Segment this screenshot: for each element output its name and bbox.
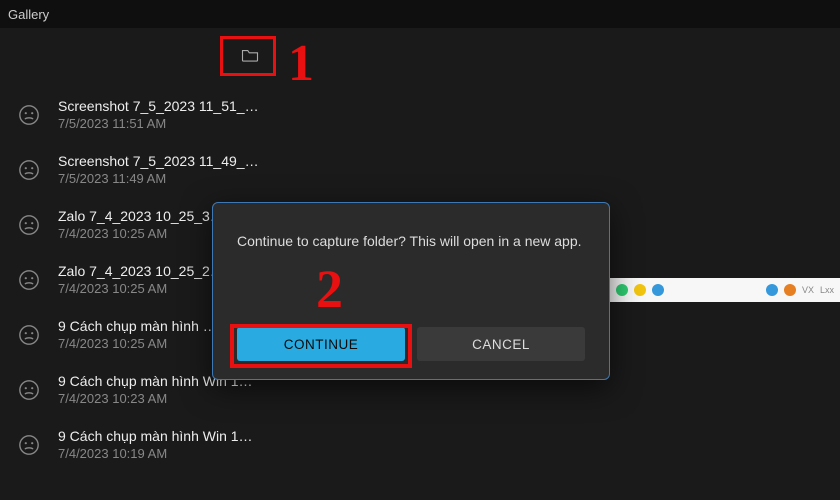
face-neutral-icon <box>18 324 40 346</box>
folder-icon <box>241 48 259 62</box>
list-item-text: Screenshot 7_5_2023 11_51_… 7/5/2023 11:… <box>58 98 272 131</box>
list-item-text: 9 Cách chụp màn hình Win 1… 7/4/2023 10:… <box>58 428 272 461</box>
dialog-button-row: CONTINUE CANCEL <box>237 315 585 361</box>
capture-folder-button[interactable] <box>235 42 265 68</box>
face-neutral-icon <box>18 379 40 401</box>
taskbar-fragment: VX Lxx <box>610 278 840 302</box>
face-neutral-icon <box>18 269 40 291</box>
list-item-text: Screenshot 7_5_2023 11_49_… 7/5/2023 11:… <box>58 153 272 186</box>
continue-button[interactable]: CONTINUE <box>237 327 405 361</box>
list-item-date: 7/5/2023 11:51 AM <box>58 116 272 131</box>
list-item-name: Screenshot 7_5_2023 11_51_… <box>58 98 272 114</box>
face-neutral-icon <box>18 159 40 181</box>
dialog-message: Continue to capture folder? This will op… <box>237 227 585 249</box>
list-item-date: 7/5/2023 11:49 AM <box>58 171 272 186</box>
face-neutral-icon <box>18 104 40 126</box>
list-item-name: 9 Cách chụp màn hình Win 1… <box>58 428 272 444</box>
list-item[interactable]: 9 Cách chụp màn hình Win 1… 7/4/2023 10:… <box>0 418 290 473</box>
cancel-button[interactable]: CANCEL <box>417 327 585 361</box>
list-item-date: 7/4/2023 10:23 AM <box>58 391 272 406</box>
face-neutral-icon <box>18 434 40 456</box>
list-item-date: 7/4/2023 10:19 AM <box>58 446 272 461</box>
confirm-dialog: Continue to capture folder? This will op… <box>212 202 610 380</box>
header-title: Gallery <box>8 7 49 22</box>
window-header: Gallery <box>0 0 840 28</box>
list-item[interactable]: Screenshot 7_5_2023 11_49_… 7/5/2023 11:… <box>0 143 290 198</box>
list-item[interactable]: Screenshot 7_5_2023 11_51_… 7/5/2023 11:… <box>0 88 290 143</box>
face-neutral-icon <box>18 214 40 236</box>
annotation-number-1: 1 <box>288 34 314 93</box>
list-item-name: Screenshot 7_5_2023 11_49_… <box>58 153 272 169</box>
